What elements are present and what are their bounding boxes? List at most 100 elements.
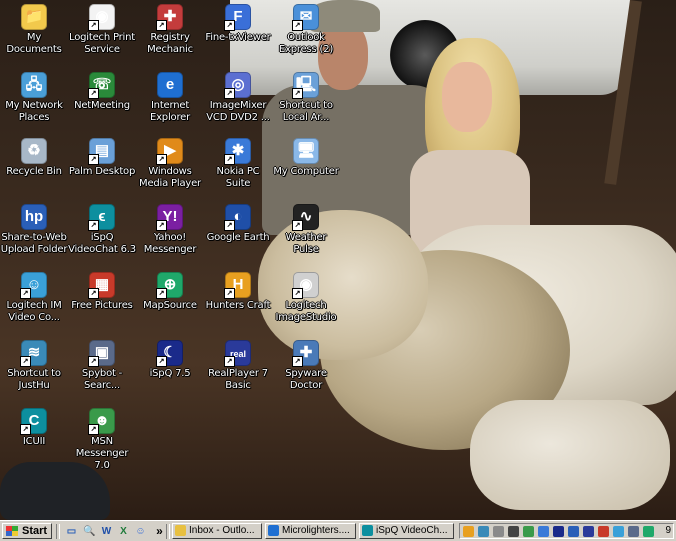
desktop-icon-palm-desktop[interactable]: ▤ ↗ Palm Desktop [68, 138, 136, 178]
desktop-icon-ispq-videochat[interactable]: ϵ ↗ iSpQ VideoChat 6.3 [68, 204, 136, 256]
tray-spyware-icon[interactable] [493, 526, 504, 537]
shortcut-arrow-icon: ↗ [156, 154, 167, 165]
quick-launch-chevron[interactable]: » [152, 524, 167, 539]
desktop-icon-recycle-bin[interactable]: ♻ Recycle Bin [0, 138, 68, 178]
desktop-icon-folder-documents[interactable]: 📁 My Documents [0, 4, 68, 56]
tray-nokia-icon[interactable] [538, 526, 549, 537]
icon-glyph: 📁 [24, 8, 44, 25]
desktop-icon-hunters-craft[interactable]: H ↗ Hunters Craft [204, 272, 272, 312]
tray-display-icon[interactable] [628, 526, 639, 537]
registry-mechanic-icon: ✚ ↗ [156, 4, 183, 31]
desktop-icon-mapsource[interactable]: ⊕ ↗ MapSource [136, 272, 204, 312]
desktop-icon-imagemixer[interactable]: ◎ ↗ ImageMixer VCD DVD2 ... [204, 72, 272, 124]
tray-connection-icon[interactable] [643, 526, 654, 537]
quick-launch-messenger-icon[interactable]: ☺ [133, 524, 148, 539]
netmeeting-icon: ☏ ↗ [88, 72, 115, 99]
desktop-icon-share-to-web[interactable]: hp Share-to-Web Upload Folder [0, 204, 68, 256]
quick-launch-show-desktop-icon[interactable]: ▭ [64, 524, 79, 539]
tray-volume-icon[interactable] [508, 526, 519, 537]
shortcut-arrow-icon: ↗ [224, 88, 235, 99]
icon-glyph: 🖧 [25, 76, 43, 93]
tray-network-icon[interactable] [478, 526, 489, 537]
taskbar-button-ie-window[interactable]: Microlighters.... [265, 523, 356, 539]
desktop-icon-label: Palm Desktop [68, 166, 136, 177]
start-button[interactable]: Start [2, 523, 52, 539]
shortcut-arrow-icon: ↗ [88, 356, 99, 367]
spyware-doctor-icon: ✚ ↗ [292, 340, 319, 367]
tray-help-icon[interactable] [568, 526, 579, 537]
desktop-icon-label: My Network Places [5, 100, 63, 123]
taskbar-button-ispq-window[interactable]: iSpQ VideoCh... [359, 523, 454, 539]
tray-update-icon[interactable] [598, 526, 609, 537]
justhu-shortcut-icon: ≋ ↗ [20, 340, 47, 367]
desktop-icon-camera-print[interactable]: ◉ ↗ Logitech Print Service [68, 4, 136, 56]
icuii-icon: C ↗ [20, 408, 47, 435]
desktop-icon-my-computer[interactable]: 🖥 My Computer [272, 138, 340, 178]
desktop-icon-logitech-imagestudio[interactable]: ◉ ↗ Logitech ImageStudio [272, 272, 340, 324]
desktop-icon-google-earth[interactable]: ◐ ↗ Google Earth [204, 204, 272, 244]
shortcut-arrow-icon: ↗ [20, 288, 31, 299]
desktop-icon-label: Free Pictures [71, 300, 133, 311]
desktop-icon-label: Logitech Print Service [69, 32, 135, 55]
desktop-icon-label: iSpQ 7.5 [149, 368, 191, 379]
realplayer-icon: real ↗ [224, 340, 251, 367]
desktop-icon-label: Outlook Express (2) [278, 32, 334, 55]
recycle-bin-icon: ♻ [21, 138, 47, 164]
desktop-icon-spyware-doctor[interactable]: ✚ ↗ Spyware Doctor [272, 340, 340, 392]
tray-antivirus-icon[interactable] [463, 526, 474, 537]
desktop-icon-label: Yahoo! Messenger [143, 232, 197, 255]
desktop-icon-label: Fine-txViewer [205, 32, 271, 43]
desktop-icon-justhu-shortcut[interactable]: ≋ ↗ Shortcut to JustHu [0, 340, 68, 392]
palm-desktop-icon: ▤ ↗ [88, 138, 115, 165]
desktop-icon-internet-explorer[interactable]: e Internet Explorer [136, 72, 204, 124]
taskbar-button-outlook-inbox[interactable]: Inbox - Outlo... [172, 523, 262, 539]
desktop-icon-local-area-network[interactable]: 🖳 ↗ Shortcut to Local Ar... [272, 72, 340, 124]
icon-glyph: 🖥 [296, 142, 316, 159]
tray-messenger-icon[interactable] [523, 526, 534, 537]
icon-glyph: e [165, 76, 175, 93]
tray-ispq-icon[interactable] [553, 526, 564, 537]
desktop-icon-outlook-express[interactable]: ✉ ↗ Outlook Express (2) [272, 4, 340, 56]
quick-launch-word-icon[interactable]: W [99, 524, 114, 539]
desktop-icon-msn-messenger[interactable]: ☻ ↗ MSN Messenger 7.0 [68, 408, 136, 472]
desktop-icon-logitech-im[interactable]: ☺ ↗ Logitech IM Video Co... [0, 272, 68, 324]
shortcut-arrow-icon: ↗ [292, 88, 303, 99]
desktop-icon-label: MSN Messenger 7.0 [75, 436, 129, 471]
desktop-icon-realplayer[interactable]: real ↗ RealPlayer 7 Basic [204, 340, 272, 392]
quick-launch-excel-icon[interactable]: X [116, 524, 131, 539]
shortcut-arrow-icon: ↗ [292, 220, 303, 231]
mapsource-icon: ⊕ ↗ [156, 272, 183, 299]
desktop-icon-label: NetMeeting [74, 100, 130, 111]
shortcut-arrow-icon: ↗ [88, 20, 99, 31]
desktop-icon-ispq[interactable]: ☾ ↗ iSpQ 7.5 [136, 340, 204, 380]
icon-glyph: ϵ [98, 208, 106, 225]
tray-shield-icon[interactable] [613, 526, 624, 537]
tray-realplayer-icon[interactable] [583, 526, 594, 537]
desktop-icon-nokia-pc-suite[interactable]: ✱ ↗ Nokia PC Suite [204, 138, 272, 190]
desktop-icon-label: Logitech ImageStudio [275, 300, 337, 323]
desktop-icon-weather-pulse[interactable]: ∿ ↗ Weather Pulse [272, 204, 340, 256]
desktop-icon-network-places[interactable]: 🖧 My Network Places [0, 72, 68, 124]
desktop-icon-label: Spybot - Searc... [81, 368, 123, 391]
desktop-icon-free-pictures[interactable]: ▦ ↗ Free Pictures [68, 272, 136, 312]
desktop-icon-icuii[interactable]: C ↗ ICUII [0, 408, 68, 448]
desktop-icon-label: Google Earth [206, 232, 270, 243]
windows-logo-icon [6, 526, 18, 536]
ispq-window-icon [362, 525, 373, 536]
shortcut-arrow-icon: ↗ [156, 220, 167, 231]
quick-launch-search-icon[interactable]: 🔍 [82, 524, 97, 539]
desktop-icon-spybot[interactable]: ▣ ↗ Spybot - Searc... [68, 340, 136, 392]
clock[interactable]: 9 [665, 525, 671, 537]
desktop-icon-netmeeting[interactable]: ☏ ↗ NetMeeting [68, 72, 136, 112]
shortcut-arrow-icon: ↗ [20, 424, 31, 435]
desktop-icon-label: My Documents [6, 32, 62, 55]
my-computer-icon: 🖥 [293, 138, 319, 164]
camera-print-icon: ◉ ↗ [88, 4, 115, 31]
desktop-icon-media-player[interactable]: ▶ ↗ Windows Media Player [136, 138, 204, 190]
weather-pulse-icon: ∿ ↗ [292, 204, 319, 231]
desktop-icon-yahoo-messenger[interactable]: Y! ↗ Yahoo! Messenger [136, 204, 204, 256]
ie-window-icon [268, 525, 279, 536]
desktop-icon-fine-viewer[interactable]: F ↗ Fine-txViewer [204, 4, 272, 44]
desktop-icon-label: RealPlayer 7 Basic [208, 368, 268, 391]
desktop-icon-registry-mechanic[interactable]: ✚ ↗ Registry Mechanic [136, 4, 204, 56]
